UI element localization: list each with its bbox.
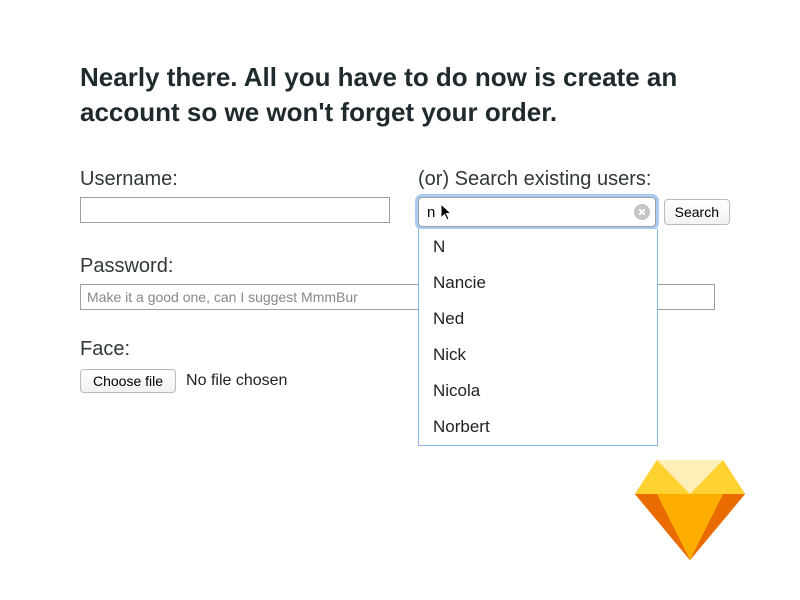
sketch-diamond-icon [635, 460, 745, 560]
autocomplete-item[interactable]: Norbert [419, 409, 657, 445]
autocomplete-dropdown: N Nancie Ned Nick Nicola Norbert [418, 229, 658, 446]
autocomplete-item[interactable]: Nick [419, 337, 657, 373]
search-button[interactable]: Search [664, 199, 730, 225]
username-input[interactable] [80, 197, 390, 223]
autocomplete-item[interactable]: Nancie [419, 265, 657, 301]
autocomplete-item[interactable]: Nicola [419, 373, 657, 409]
file-status: No file chosen [186, 372, 287, 390]
search-input[interactable] [418, 197, 656, 227]
username-label: Username: [80, 168, 390, 191]
autocomplete-item[interactable]: Ned [419, 301, 657, 337]
autocomplete-item[interactable]: N [419, 229, 657, 265]
page-heading: Nearly there. All you have to do now is … [80, 60, 730, 130]
search-label: (or) Search existing users: [418, 168, 730, 191]
choose-file-button[interactable]: Choose file [80, 369, 176, 393]
clear-icon[interactable] [634, 204, 650, 220]
